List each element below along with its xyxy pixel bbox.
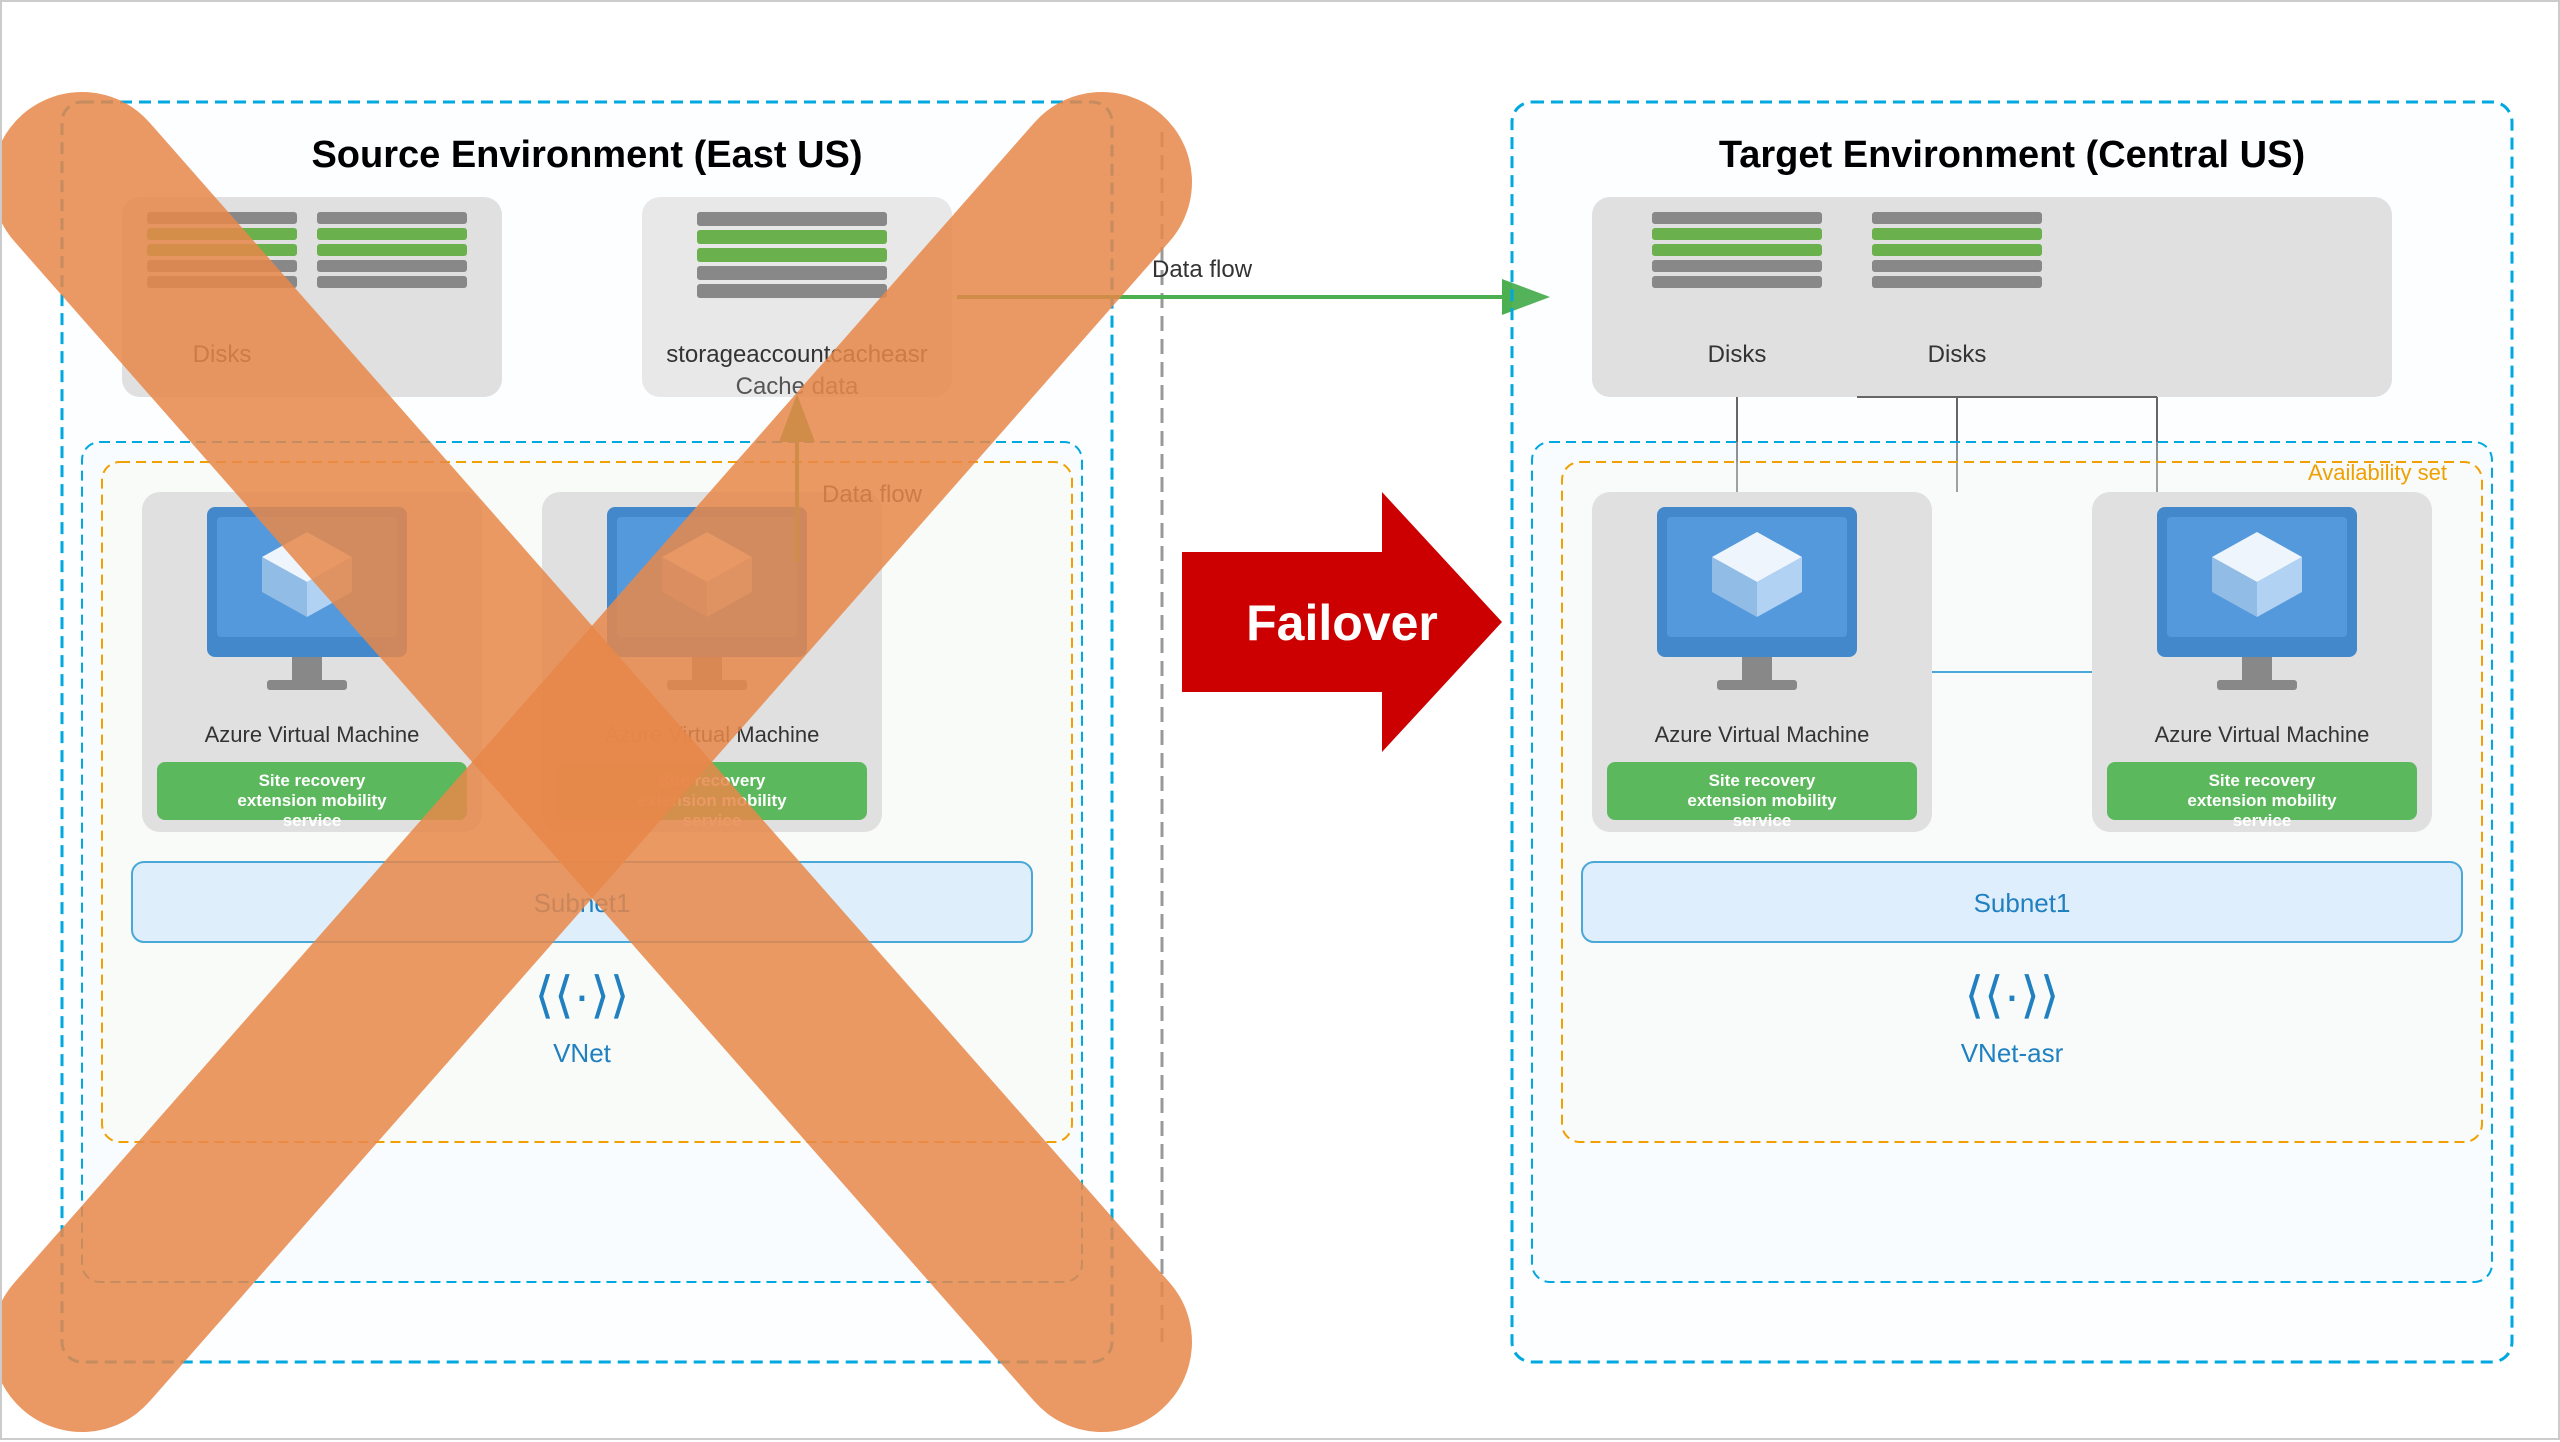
target-vm2-mobility-line1: Site recovery bbox=[2209, 771, 2316, 790]
avail-set-label: Availability set bbox=[2308, 460, 2447, 485]
source-vnet-icon: ⟨⟨·⟩⟩ bbox=[535, 967, 630, 1023]
source-vm1-mobility-line2: extension mobility bbox=[237, 791, 387, 810]
target-vnet-icon: ⟨⟨·⟩⟩ bbox=[1965, 967, 2060, 1023]
target-vm2-mobility-line2: extension mobility bbox=[2187, 791, 2337, 810]
data-flow-label-2: Data flow bbox=[1152, 256, 1253, 283]
source-vm1-label: Azure Virtual Machine bbox=[205, 722, 420, 747]
target-vnet-label: VNet-asr bbox=[1961, 1038, 2064, 1068]
target-disk2-label: Disks bbox=[1928, 341, 1987, 368]
source-vm1-mobility-line1: Site recovery bbox=[259, 771, 366, 790]
target-vm1-mobility-line1: Site recovery bbox=[1709, 771, 1816, 790]
target-vm1-mobility-line2: extension mobility bbox=[1687, 791, 1837, 810]
target-disk1-label: Disks bbox=[1708, 341, 1767, 368]
diagram-svg: Source Environment (East US) storageacco… bbox=[2, 2, 2560, 1442]
main-container: Source Environment (East US) storageacco… bbox=[0, 0, 2560, 1440]
target-vm2-label: Azure Virtual Machine bbox=[2155, 722, 2370, 747]
target-env-title: Target Environment (Central US) bbox=[1719, 134, 2305, 176]
target-vm2-mobility-line3: service bbox=[2233, 811, 2292, 830]
target-vm1-label: Azure Virtual Machine bbox=[1655, 722, 1870, 747]
source-vm1-mobility-line3: service bbox=[283, 811, 342, 830]
target-vm1-mobility-line3: service bbox=[1733, 811, 1792, 830]
failover-label: Failover bbox=[1246, 595, 1438, 651]
source-env-title: Source Environment (East US) bbox=[311, 134, 862, 176]
source-vnet-label: VNet bbox=[553, 1038, 612, 1068]
target-subnet-label: Subnet1 bbox=[1974, 888, 2071, 918]
